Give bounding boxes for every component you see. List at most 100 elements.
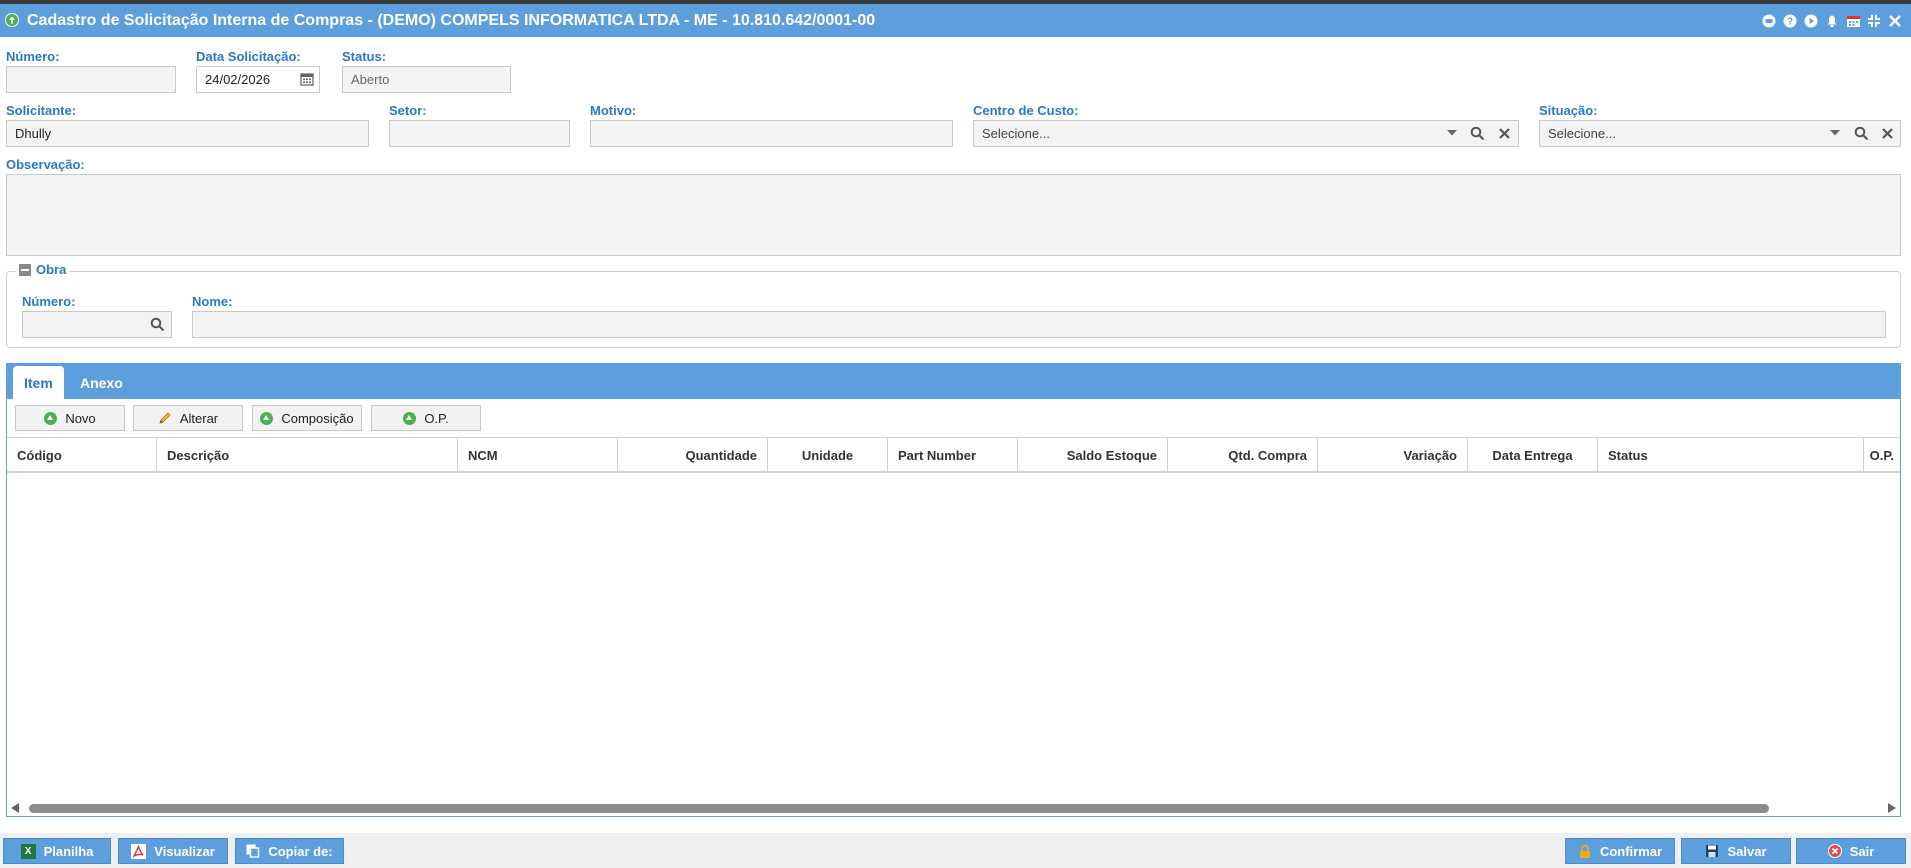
col-part-number-label: Part Number (898, 447, 977, 463)
col-ncm-label: NCM (468, 447, 498, 463)
motivo-label: Motivo: (590, 103, 637, 118)
obra-legend-label: Obra (36, 262, 67, 277)
status-value: Aberto (351, 72, 390, 87)
observacao-textarea[interactable] (6, 174, 1901, 256)
search-icon[interactable] (1468, 124, 1486, 142)
col-op-label: O.P. (1869, 447, 1894, 463)
numero-input[interactable] (6, 66, 176, 93)
calendar-picker-icon[interactable] (298, 70, 316, 88)
col-codigo[interactable]: Código (7, 438, 157, 472)
composicao-button[interactable]: Composição (252, 405, 362, 431)
situacao-placeholder: Selecione... (1548, 126, 1616, 141)
calendar-icon[interactable] (1845, 13, 1861, 29)
bell-icon[interactable] (1824, 13, 1840, 29)
search-icon[interactable] (1852, 124, 1870, 142)
salvar-button-label: Salvar (1727, 843, 1767, 859)
status-label: Status: (342, 49, 387, 64)
col-data-entrega[interactable]: Data Entrega (1468, 438, 1598, 472)
col-op[interactable]: O.P. (1864, 438, 1900, 472)
svg-text:?: ? (1787, 17, 1793, 28)
op-button[interactable]: O.P. (371, 405, 481, 431)
centro-custo-select[interactable]: Selecione... (973, 120, 1519, 147)
chevron-down-icon[interactable] (1826, 124, 1844, 142)
novo-button[interactable]: Novo (15, 405, 125, 431)
copy-icon (246, 844, 260, 858)
table-header: Código Descrição NCM Quantidade Unidade … (7, 437, 1900, 473)
composicao-button-label: Composição (281, 410, 354, 426)
col-variacao[interactable]: Variação (1318, 438, 1468, 472)
planilha-button-label: Planilha (43, 843, 94, 859)
obra-legend[interactable]: Obra (16, 262, 70, 277)
col-ncm[interactable]: NCM (458, 438, 618, 472)
status-input[interactable]: Aberto (342, 66, 511, 93)
numero-label: Número: (6, 49, 60, 64)
centro-custo-label: Centro de Custo: (973, 103, 1079, 118)
obra-nome-label: Nome: (192, 294, 233, 309)
clear-icon[interactable] (1495, 124, 1513, 142)
search-icon[interactable] (148, 315, 166, 333)
novo-button-label: Novo (65, 410, 96, 426)
op-button-label: O.P. (424, 410, 449, 426)
col-part-number[interactable]: Part Number (888, 438, 1018, 472)
back-arrow-icon[interactable] (5, 13, 19, 27)
chat-icon[interactable] (1761, 13, 1777, 29)
solicitante-value: Dhully (15, 126, 52, 141)
col-saldo-estoque[interactable]: Saldo Estoque (1018, 438, 1168, 472)
setor-input[interactable] (389, 120, 570, 147)
centro-custo-placeholder: Selecione... (982, 126, 1050, 141)
tab-anexo[interactable]: Anexo (69, 366, 134, 399)
scroll-thumb[interactable] (29, 804, 1769, 813)
exit-icon (1827, 844, 1842, 858)
motivo-input[interactable] (590, 120, 953, 147)
sair-button-label: Sair (1849, 843, 1875, 859)
situacao-label: Situação: (1539, 103, 1598, 118)
collapse-minus-icon[interactable] (19, 263, 31, 276)
col-codigo-label: Código (17, 447, 62, 463)
save-icon (1706, 845, 1719, 857)
data-solicitacao-value: 24/02/2026 (205, 72, 271, 87)
confirmar-button[interactable]: Confirmar (1565, 838, 1675, 864)
scroll-left-arrow-icon[interactable] (11, 803, 19, 813)
col-unidade-label: Unidade (801, 447, 854, 463)
window-controls: ? (1761, 13, 1903, 29)
planilha-button[interactable]: X Planilha (3, 838, 111, 864)
col-qtd-compra[interactable]: Qtd. Compra (1168, 438, 1318, 472)
col-quantidade-label: Quantidade (685, 447, 757, 463)
obra-nome-input[interactable] (192, 311, 1886, 338)
chevron-down-icon[interactable] (1443, 124, 1461, 142)
horizontal-scrollbar[interactable] (7, 800, 1900, 816)
col-descricao-label: Descrição (167, 447, 230, 463)
salvar-button[interactable]: Salvar (1681, 838, 1791, 864)
col-variacao-label: Variação (1403, 447, 1458, 463)
clear-icon[interactable] (1878, 124, 1896, 142)
excel-icon: X (20, 843, 36, 859)
col-descricao[interactable]: Descrição (157, 438, 458, 472)
col-qtd-compra-label: Qtd. Compra (1228, 447, 1307, 463)
help-icon[interactable]: ? (1782, 13, 1798, 29)
copiar-button-label: Copiar de: (268, 843, 333, 859)
sair-button[interactable]: Sair (1796, 838, 1906, 864)
obra-numero-label: Número: (22, 294, 76, 309)
collapse-icon[interactable] (1866, 13, 1882, 29)
confirmar-button-label: Confirmar (1599, 843, 1663, 859)
solicitante-input[interactable]: Dhully (6, 120, 369, 147)
title-bar: Cadastro de Solicitação Interna de Compr… (0, 4, 1911, 37)
tab-item-label: Item (24, 374, 53, 391)
scroll-right-arrow-icon[interactable] (1888, 803, 1896, 813)
tab-item[interactable]: Item (13, 366, 64, 399)
alterar-button[interactable]: Alterar (133, 405, 243, 431)
tab-bar: Item Anexo (7, 364, 1900, 399)
copiar-button[interactable]: Copiar de: (235, 838, 344, 864)
observacao-label: Observação: (6, 157, 85, 172)
situacao-select[interactable]: Selecione... (1539, 120, 1901, 147)
col-status[interactable]: Status (1598, 438, 1864, 472)
close-icon[interactable] (1887, 13, 1903, 29)
play-icon[interactable] (1803, 13, 1819, 29)
solicitante-label: Solicitante: (6, 103, 77, 118)
add-icon (44, 411, 58, 425)
col-unidade[interactable]: Unidade (768, 438, 888, 472)
edit-pencil-icon (159, 412, 171, 424)
visualizar-button[interactable]: Visualizar (118, 838, 228, 864)
col-quantidade[interactable]: Quantidade (618, 438, 768, 472)
op-icon (403, 411, 417, 425)
